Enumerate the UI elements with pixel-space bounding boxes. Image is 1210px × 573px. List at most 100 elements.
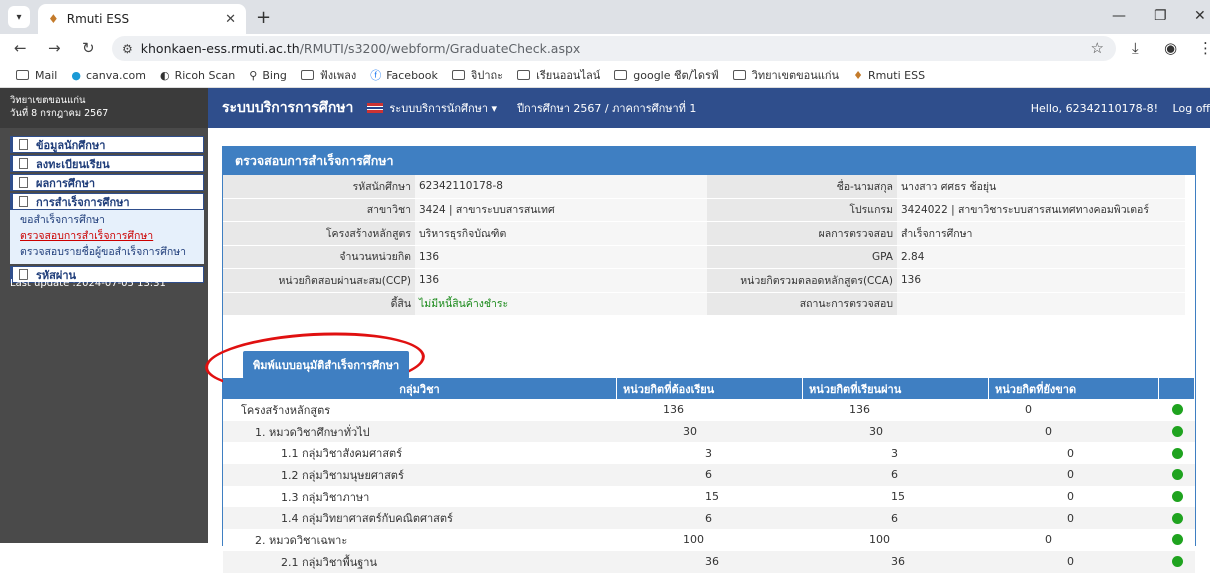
bookmark-item[interactable]: จิปาถะ [451, 66, 504, 84]
cell-name: โครงสร้างหลักสูตร [241, 403, 331, 417]
last-update: Last update :2024-07-05 13:31 [10, 278, 166, 289]
bookmark-item[interactable]: ♦ Rmuti ESS [853, 69, 925, 82]
bookmark-label: วิทยาเขตขอนแก่น [751, 69, 840, 82]
graduation-submenu: ขอสำเร็จการศึกษา ตรวจสอบการสำเร็จการศึกษ… [10, 210, 204, 264]
bookmark-item[interactable]: ● canva.com [71, 69, 146, 82]
bookmark-star-icon[interactable]: ☆ [1091, 39, 1104, 57]
bookmark-item[interactable]: ◐ Ricoh Scan [160, 69, 235, 82]
print-approval-button[interactable]: พิมพ์แบบอนุมัติสำเร็จการศึกษา [243, 351, 410, 379]
bookmark-label: ฟังเพลง [319, 69, 357, 82]
info-value: 136 [415, 245, 707, 268]
bookmark-item[interactable]: เรียนออนไลน์ [517, 66, 600, 84]
close-window-icon[interactable]: ✕ [1194, 8, 1206, 24]
tab-search-button[interactable]: ▾ [8, 6, 30, 28]
cell-name: 1.4 กลุ่มวิทยาศาสตร์กับคณิตศาสตร์ [281, 512, 453, 526]
document-icon [19, 158, 28, 169]
status-cell [1159, 464, 1195, 486]
system-menu[interactable]: ระบบบริการนักศึกษา ▾ [389, 99, 497, 117]
info-row: รหัสนักศึกษา 62342110178-8 ชื่อ-นามสกุล นาง… [223, 175, 1195, 199]
table-row: 2. หมวดวิชาเฉพาะ 100 100 0 [223, 529, 1195, 551]
folder-icon [300, 70, 314, 80]
table-row: 1.3 กลุ่มวิชาภาษา 15 15 0 [223, 485, 1195, 508]
cell-miss: 0 [1045, 533, 1052, 547]
cell-miss: 0 [1067, 511, 1074, 525]
info-value: ไม่มีหนี้สินค้างชำระ [415, 292, 707, 315]
avatar[interactable]: ◉ [1164, 39, 1177, 57]
status-ok-icon [1171, 447, 1183, 459]
cell-pass: 30 [869, 425, 883, 439]
hello-user[interactable]: Hello, 62342110178-8! [1031, 102, 1158, 115]
bookmark-item[interactable]: วิทยาเขตขอนแก่น [732, 66, 840, 84]
cell-req: 6 [705, 511, 712, 525]
cell-miss: 0 [1067, 490, 1074, 504]
sidebar-item-student-info[interactable]: ข้อมูลนักศึกษา [10, 136, 204, 153]
info-label: สาขาวิชา [223, 198, 415, 221]
site-info-icon[interactable]: ⚙ [122, 42, 133, 56]
table-row: 2.1 กลุ่มวิชาพื้นฐาน 36 36 0 [223, 550, 1195, 573]
download-icon[interactable]: ⤓ [1132, 39, 1139, 57]
info-value: นางสาว ศศธร ช้อยุ่น [897, 175, 1185, 198]
current-date: วันที่ 8 กรกฎาคม 2567 [10, 108, 109, 119]
cell-req: 6 [705, 468, 712, 482]
rmuti-icon: ♦ [853, 68, 863, 82]
reload-icon[interactable]: ↻ [82, 39, 95, 57]
bookmark-item[interactable]: ฟังเพลง [300, 66, 357, 84]
header-missing: หน่วยกิตที่ยังขาด [989, 378, 1159, 399]
address-bar[interactable]: ⚙ khonkaen-ess.rmuti.ac.th/RMUTI/s3200/w… [112, 36, 1116, 61]
search-icon: ⚲ [249, 68, 258, 82]
info-row: สาขาวิชา 3424 | สาขาระบบสารสนเทศ โปรแกรม 34… [223, 198, 1195, 222]
sidebar-item-graduation[interactable]: การสำเร็จการศึกษา [10, 193, 204, 210]
info-row: หน่วยกิตสอบผ่านสะสม(CCP) 136 หน่วยกิตรวมตล… [223, 269, 1195, 293]
status-ok-icon [1171, 491, 1183, 503]
cell-req: 30 [683, 425, 697, 439]
header-group: กลุ่มวิชา [223, 378, 617, 399]
credit-grid: กลุ่มวิชา หน่วยกิตที่ต้องเรียน หน่วยกิตท… [223, 378, 1195, 573]
bookmark-item[interactable]: google ชีต/ไดรฟ์ [614, 66, 719, 84]
logout-link[interactable]: Log off [1173, 102, 1210, 115]
brand-title[interactable]: ระบบบริการการศึกษา [222, 97, 353, 119]
cell-pass: 6 [891, 468, 898, 482]
new-tab-button[interactable]: + [256, 7, 271, 28]
main-content: ตรวจสอบการสำเร็จการศึกษา รหัสนักศึกษา 623… [203, 128, 1210, 573]
submenu-request-graduation[interactable]: ขอสำเร็จการศึกษา [20, 212, 204, 228]
document-icon [19, 196, 28, 207]
bookmark-item[interactable]: Mail [16, 69, 57, 82]
status-ok-icon [1171, 469, 1183, 481]
header-passed: หน่วยกิตที่เรียนผ่าน [803, 378, 989, 399]
cell-miss: 0 [1067, 446, 1074, 460]
sidebar-item-registration[interactable]: ลงทะเบียนเรียน [10, 155, 204, 172]
info-value [897, 292, 1185, 315]
folder-icon [451, 70, 465, 80]
browser-tab[interactable]: ♦ Rmuti ESS ✕ [38, 4, 246, 34]
menu-dots-icon[interactable]: ⋮ [1198, 39, 1210, 57]
back-icon[interactable]: ← [14, 39, 27, 57]
submenu-check-graduate-list[interactable]: ตรวจสอบรายชื่อผู้ขอสำเร็จการศึกษา [20, 244, 204, 260]
grid-body: โครงสร้างหลักสูตร 136 136 0 1. หมวดวิชาศึกษา… [223, 399, 1195, 573]
bookmark-item[interactable]: ⓕ Facebook [370, 67, 438, 83]
cell-pass: 15 [891, 490, 905, 504]
tab-title: Rmuti ESS [66, 12, 130, 26]
submenu-check-graduation[interactable]: ตรวจสอบการสำเร็จการศึกษา [20, 228, 204, 244]
status-cell [1159, 507, 1195, 529]
cell-pass: 100 [869, 533, 890, 547]
bookmark-label: จิปาถะ [470, 69, 504, 82]
bookmark-item[interactable]: ⚲ Bing [249, 69, 287, 82]
grid-header: กลุ่มวิชา หน่วยกิตที่ต้องเรียน หน่วยกิตท… [223, 378, 1195, 399]
language-flag-icon[interactable] [367, 103, 384, 113]
status-cell [1159, 442, 1195, 464]
restore-icon[interactable]: ❐ [1154, 8, 1167, 24]
ess-app: วิทยาเขตขอนแก่น วันที่ 8 กรกฎาคม 2567 ระ… [0, 88, 1210, 573]
browser-tab-bar: ▾ ♦ Rmuti ESS ✕ + — ❐ ✕ [0, 0, 1210, 34]
cell-pass: 136 [849, 403, 870, 417]
close-tab-icon[interactable]: ✕ [225, 12, 236, 27]
minimize-icon[interactable]: — [1112, 8, 1126, 24]
cell-name: 1.1 กลุ่มวิชาสังคมศาสตร์ [281, 447, 403, 461]
info-label: หน่วยกิตรวมตลอดหลักสูตร(CCA) [707, 269, 897, 292]
table-row: โครงสร้างหลักสูตร 136 136 0 [223, 399, 1195, 421]
sidebar-item-grades[interactable]: ผลการศึกษา [10, 174, 204, 191]
bookmark-label: Ricoh Scan [174, 68, 236, 82]
forward-icon[interactable]: → [48, 39, 61, 57]
campus-name: วิทยาเขตขอนแก่น [10, 95, 86, 106]
cell-req: 15 [705, 490, 719, 504]
campus-info: วิทยาเขตขอนแก่น วันที่ 8 กรกฎาคม 2567 [0, 88, 208, 128]
